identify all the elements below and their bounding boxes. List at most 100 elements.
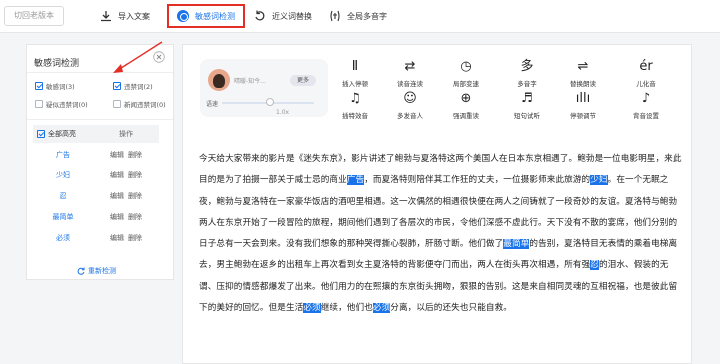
sensitive-word-check-button[interactable]: 敏感词检测 — [167, 4, 245, 28]
edit-link[interactable]: 编辑 — [110, 212, 124, 222]
article-text-editor[interactable]: 今天给大家带来的影片是《迷失东京》，影片讲述了鲍勃与夏洛特这两个美国人在日本东京… — [199, 149, 685, 319]
checkbox-icon[interactable] — [113, 100, 121, 108]
checkbox-icon[interactable] — [35, 100, 43, 108]
synonym-label: 近义词替换 — [272, 11, 312, 21]
filter-news[interactable]: 新闻违禁词(0) — [113, 99, 173, 109]
global-polyphone-button[interactable]: 全局多音字 — [329, 5, 387, 27]
effect-label: 停顿调节 — [570, 112, 596, 120]
effect-label: 多发音人 — [397, 112, 423, 120]
select-all-checkbox[interactable] — [37, 130, 45, 138]
music-note-icon: ♫ — [349, 91, 361, 106]
editor-panel: 晴暖-知今... 更多 语速 1.0x Ⅱ 插入停顿 ⇄ 读音连读 ◷ 局部变速 多多… — [182, 44, 692, 364]
effect-label: 多音字 — [517, 80, 537, 88]
voice-name: 晴暖-知今... — [234, 78, 266, 85]
effect-label: 读音连读 — [397, 80, 423, 88]
effect-label: 儿化音 — [636, 80, 656, 88]
table-row: 广告 编辑 删除 — [33, 147, 159, 162]
sentence-preview-button[interactable]: ♬ 短句试听 — [506, 91, 548, 120]
delete-link[interactable]: 删除 — [128, 212, 142, 222]
more-voices-button[interactable]: 更多 — [290, 75, 316, 86]
delete-link[interactable]: 删除 — [128, 150, 142, 160]
close-icon[interactable] — [153, 51, 165, 63]
erhua-icon: ér — [639, 59, 653, 74]
bgm-settings-button[interactable]: ♪ 背音设置 — [625, 91, 667, 120]
word-cell[interactable]: 少妇 — [33, 170, 93, 180]
sensitive-check-icon — [177, 10, 189, 22]
sensitive-word-panel: 敏感词检测 敏感词(3) 违禁词(2) 疑似违禁词(0) 新闻违禁词(0) 全部… — [26, 44, 174, 280]
panel-title: 敏感词检测 — [34, 59, 80, 69]
highlighted-sensitive-word[interactable]: 必须 — [372, 303, 391, 314]
replace-icon: ⇌ — [577, 59, 589, 74]
divider — [27, 72, 173, 73]
polyphone-icon — [330, 10, 340, 22]
effect-label: 背音设置 — [633, 112, 659, 120]
polyphone-button[interactable]: 多多音字 — [506, 59, 548, 88]
filter-suspected[interactable]: 疑似违禁词(0) — [35, 99, 95, 109]
highlighted-sensitive-word[interactable]: 最简单 — [503, 239, 530, 250]
synonym-replace-button[interactable]: 近义词替换 — [254, 5, 312, 27]
filter-row-1: 敏感词(3) 违禁词(2) — [35, 81, 173, 91]
table-row: 忍 编辑 删除 — [33, 188, 159, 203]
speed-slider-handle[interactable] — [266, 98, 274, 106]
word-cell[interactable]: 必须 — [33, 233, 93, 243]
effect-label: 替换朗读 — [570, 80, 596, 88]
pause-adjust-button[interactable]: ıllı 停顿调节 — [562, 91, 604, 120]
edit-link[interactable]: 编辑 — [110, 191, 124, 201]
filter-prohibited[interactable]: 违禁词(2) — [113, 81, 173, 91]
top-toolbar: 切回老版本 导入文案 敏感词检测 近义词替换 全局多音字 — [0, 0, 720, 33]
word-cell[interactable]: 广告 — [33, 150, 93, 160]
checkbox-icon[interactable] — [113, 82, 121, 90]
delete-link[interactable]: 删除 — [128, 191, 142, 201]
speed-label: 语速 — [206, 101, 219, 108]
effect-label: 局部变速 — [453, 80, 479, 88]
filter-sensitive[interactable]: 敏感词(3) — [35, 81, 95, 91]
speaker-icon: ☺ — [403, 91, 417, 106]
delete-link[interactable]: 删除 — [128, 170, 142, 180]
delete-link[interactable]: 删除 — [128, 233, 142, 243]
divider — [27, 119, 173, 120]
replace-read-button[interactable]: ⇌ 替换朗读 — [562, 59, 604, 88]
multi-speaker-button[interactable]: ☺ 多发音人 — [389, 91, 431, 120]
switch-old-version-button[interactable]: 切回老版本 — [4, 6, 64, 26]
import-icon — [101, 11, 111, 22]
table-row: 必须 编辑 删除 — [33, 230, 159, 245]
word-cell[interactable]: 忍 — [33, 191, 93, 201]
waveform-icon: ıllı — [575, 91, 591, 106]
filter-label: 违禁词(2) — [124, 83, 153, 91]
recheck-button[interactable]: 重新检测 — [77, 266, 116, 276]
bgm-icon: ♪ — [641, 91, 651, 106]
insert-sfx-button[interactable]: ♫ 插特效音 — [334, 91, 376, 120]
liaison-button[interactable]: ⇄ 读音连读 — [389, 59, 431, 88]
word-cell[interactable]: 最简单 — [33, 212, 93, 222]
recheck-label: 重新检测 — [88, 267, 116, 275]
table-row: 少妇 编辑 删除 — [33, 167, 159, 182]
pause-insert-icon: Ⅱ — [351, 59, 359, 74]
emphasis-button[interactable]: ⊕ 强调重读 — [445, 91, 487, 120]
article-segment: 继续，他们也 — [320, 303, 373, 314]
import-text-button[interactable]: 导入文案 — [100, 5, 150, 27]
emphasis-icon: ⊕ — [460, 91, 472, 106]
voice-avatar[interactable] — [208, 69, 230, 91]
speed-value: 1.0x — [276, 109, 290, 116]
action-column-header: 操作 — [119, 130, 133, 138]
effect-label: 插入停顿 — [342, 80, 368, 88]
highlighted-sensitive-word[interactable]: 必须 — [303, 303, 321, 314]
refresh-icon — [77, 267, 85, 275]
checkbox-icon[interactable] — [35, 82, 43, 90]
edit-link[interactable]: 编辑 — [110, 233, 124, 243]
polyphone-char-icon: 多 — [520, 59, 534, 74]
highlighted-sensitive-word[interactable]: 广告 — [346, 175, 365, 186]
filter-label: 疑似违禁词(0) — [46, 101, 88, 109]
insert-pause-button[interactable]: Ⅱ 插入停顿 — [334, 59, 376, 88]
local-speed-button[interactable]: ◷ 局部变速 — [445, 59, 487, 88]
filter-label: 敏感词(3) — [46, 83, 75, 91]
highlighted-sensitive-word[interactable]: 忍 — [590, 260, 599, 271]
highlighted-sensitive-word[interactable]: 少妇 — [590, 175, 608, 186]
word-table-header: 全部高亮 操作 — [33, 125, 159, 143]
edit-link[interactable]: 编辑 — [110, 170, 124, 180]
edit-link[interactable]: 编辑 — [110, 150, 124, 160]
filter-label: 新闻违禁词(0) — [124, 101, 166, 109]
clock-icon: ◷ — [460, 59, 472, 74]
effect-label: 强调重读 — [453, 112, 479, 120]
erhua-button[interactable]: ér 儿化音 — [625, 59, 667, 88]
